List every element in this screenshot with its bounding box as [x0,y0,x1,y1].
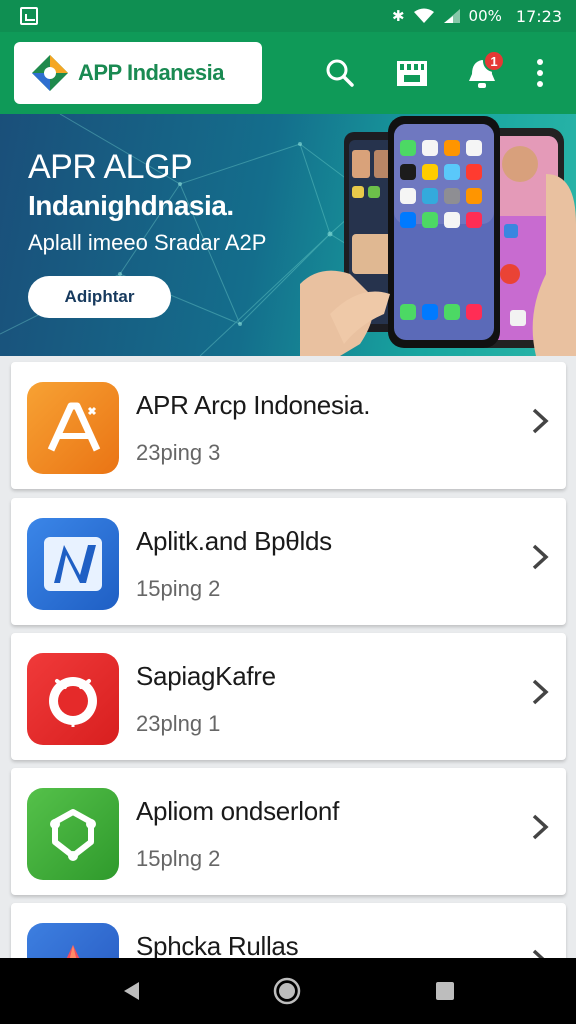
recents-button[interactable] [430,976,460,1006]
app-name: Apliom ondserlonf [136,796,340,826]
system-nav-bar [0,958,576,1024]
app-meta: 15plng 2 [136,846,221,871]
home-button[interactable] [272,976,302,1006]
back-button[interactable] [116,976,146,1006]
letter-n-icon [27,518,119,610]
app-bar: APP Indanesia 1 [0,32,576,114]
green-shield-icon [27,788,119,880]
bluetooth-icon: ✱ [391,7,405,25]
more-options-button[interactable] [522,54,558,92]
battery-text: 00% [468,7,502,25]
app-meta: 23ping 3 [136,440,221,465]
app-logo[interactable]: APP Indanesia [14,42,262,104]
more-vert-icon [537,59,543,87]
banner-tagline: Aplall imeeo Sradar A2P [28,230,267,255]
clock: 17:23 [515,6,562,26]
banner-subtitle: Indanighdnasia. [28,190,234,221]
app-name: APR Arcp Indonesia. [136,390,371,420]
wifi-icon [413,8,434,23]
app-card[interactable]: Aplitk.and Bpθlds 15ping 2 [11,498,566,625]
recents-icon [436,982,454,1000]
chevron-right-icon [532,949,545,958]
status-icons: ✱ 00% 17:23 [392,0,562,32]
signal-icon [443,9,460,23]
chevron-right-icon [532,544,549,570]
notification-badge: 1 [483,50,505,72]
logo-icon [32,55,68,91]
banner-title: APR ALGP [28,148,193,186]
app-card[interactable]: APR Arcp Indonesia. 23ping 3 [11,362,566,489]
app-card[interactable]: SapiagKafre 23plng 1 [11,633,566,760]
app-card[interactable]: Apliom ondserlonf 15plng 2 [11,768,566,895]
promo-banner[interactable]: APR ALGP Indanighdnasia. Aplall imeeo Sr… [0,114,576,356]
chevron-right-icon [532,408,549,434]
home-icon [273,977,301,1005]
app-list: APR Arcp Indonesia. 23ping 3 Aplitk.and … [0,356,576,958]
search-button[interactable] [321,54,359,92]
screenshot-icon [20,7,38,25]
red-badge-icon [27,653,119,745]
back-icon [124,982,139,1000]
notification-button[interactable]: 1 [463,50,505,92]
chevron-right-icon [532,814,549,840]
app-card[interactable]: Sphcka Rullas [11,903,566,958]
search-icon [326,59,354,87]
store-icon [397,61,427,86]
letter-a-icon [27,382,119,474]
app-name: SapiagKafre [136,661,276,691]
app-meta: 23plng 1 [136,711,221,736]
store-button[interactable] [393,54,431,92]
status-bar: ✱ 00% 17:23 [0,0,576,32]
app-name: Aplitk.and Bpθlds [136,526,332,556]
phones-illustration [300,116,576,356]
banner-cta-button[interactable]: Adiphtar [28,276,171,318]
chevron-right-icon [532,679,549,705]
logo-text: APP Indanesia [78,60,224,85]
app-name: Sphcka Rullas [136,931,299,958]
app-meta: 15ping 2 [136,576,221,601]
triangle-icon [27,923,119,958]
